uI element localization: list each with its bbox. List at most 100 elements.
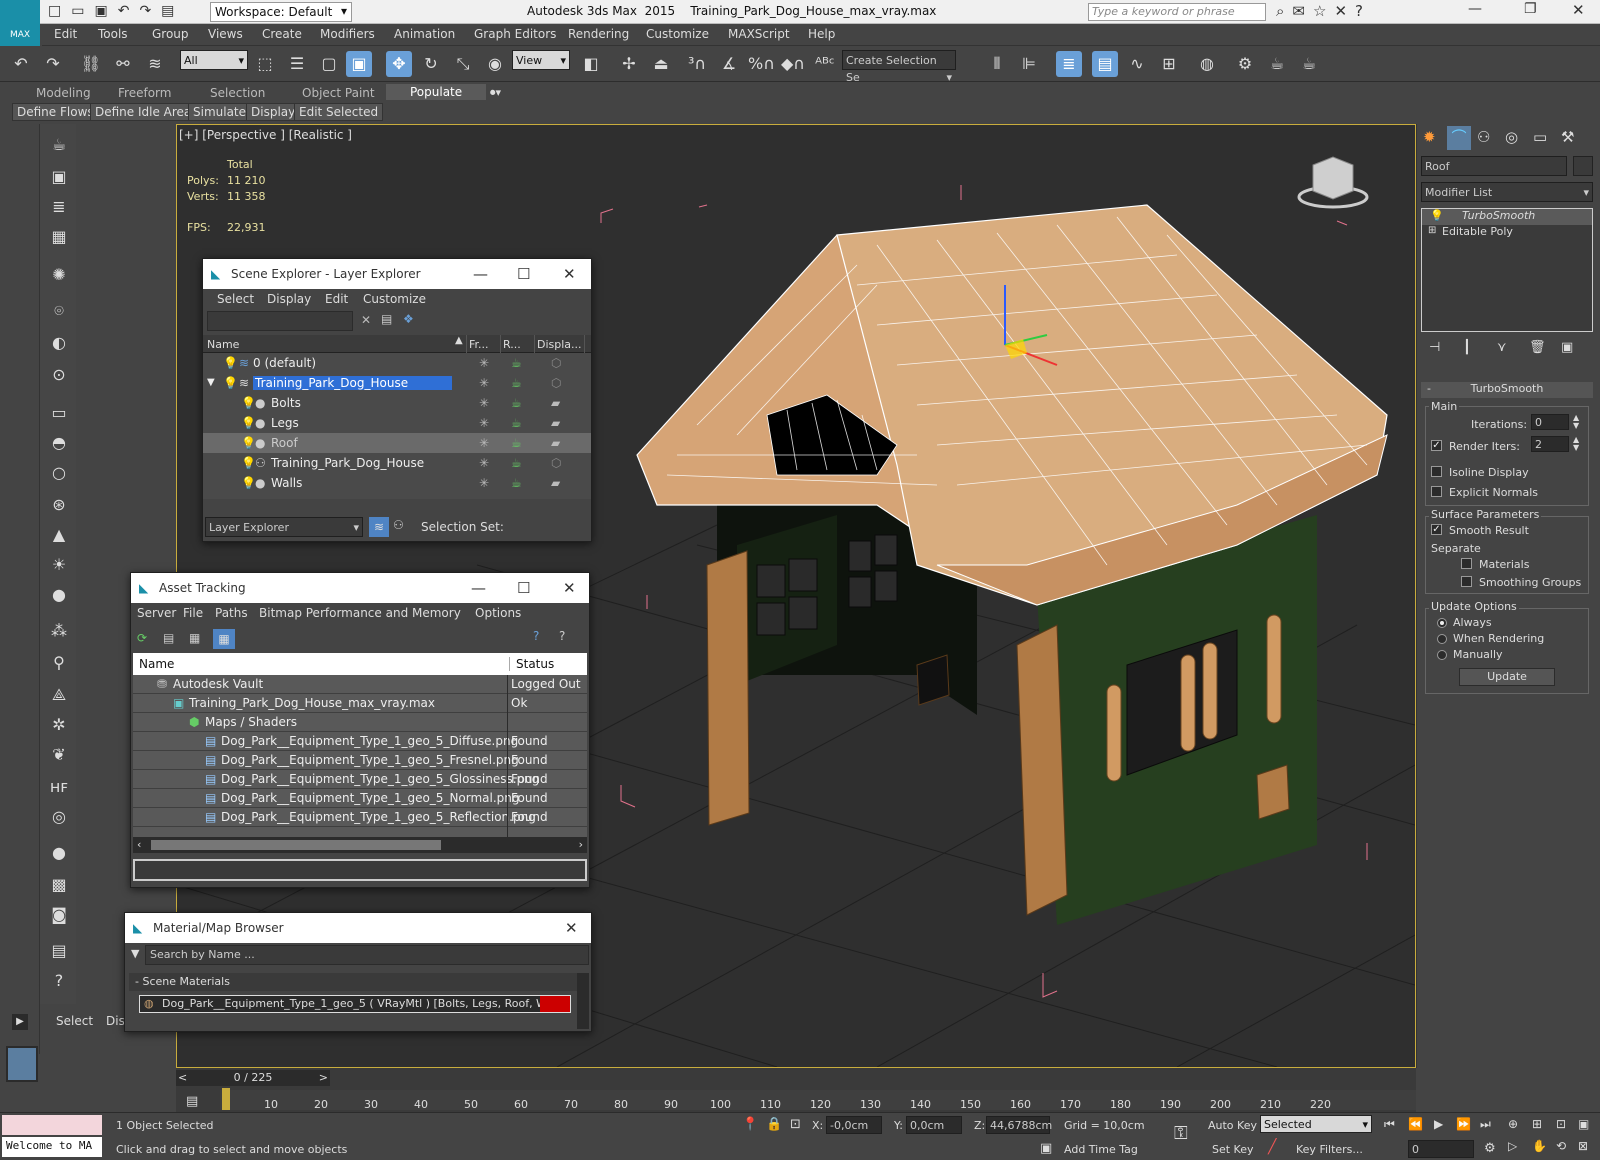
orbit-icon[interactable]: ⟲	[1556, 1139, 1566, 1153]
maxscript-thumb[interactable]	[6, 1046, 38, 1082]
menu-maxscript[interactable]: MAXScript	[728, 27, 790, 41]
communication-icon[interactable]: ✉	[1292, 2, 1313, 20]
table-row[interactable]: 💡 ⚇ Training_Park_Dog_House ✳ ☕ ⬡	[203, 453, 591, 473]
hierarchy-tab-icon[interactable]: ⚇	[1477, 128, 1490, 146]
explorer-type-dropdown[interactable]: Layer Explorer ▾	[205, 517, 363, 537]
key-filters-button[interactable]: Key Filters...	[1296, 1143, 1363, 1156]
at-col-name[interactable]: Name	[139, 657, 174, 671]
iterations-spinner[interactable]: 0	[1531, 414, 1569, 430]
table-row[interactable]: ▤ Dog_Park__Equipment_Type_1_geo_5_Gloss…	[133, 770, 587, 789]
remove-modifier-icon[interactable]: 🗑	[1529, 340, 1546, 355]
at-menu-file[interactable]: File	[183, 606, 203, 620]
grid-icon[interactable]: ▦	[48, 226, 70, 248]
render-iters-checkbox[interactable]: ✓	[1431, 440, 1442, 451]
se-col-render[interactable]: R...	[501, 335, 535, 355]
schematic-view-icon[interactable]: ⊞	[1156, 51, 1182, 77]
snaps-toggle-icon[interactable]: ³∩	[684, 51, 710, 77]
table-row[interactable]: ▼ 💡 ≋ Training_Park_Dog_House ✳ ☕ ⬡	[203, 373, 591, 393]
document-icon[interactable]: ▤	[48, 940, 70, 962]
modify-tab-icon[interactable]: ⌒	[1447, 126, 1471, 150]
table-row[interactable]: 💡 ● Bolts ✳ ☕ ▰	[203, 393, 591, 413]
bulb-icon[interactable]: 💡	[1430, 209, 1444, 222]
minimize-icon[interactable]: —	[471, 573, 486, 603]
smoothing-groups-checkbox[interactable]	[1461, 576, 1472, 587]
render-iters-spinner[interactable]: 2	[1531, 436, 1569, 452]
explicit-normals-checkbox[interactable]	[1431, 486, 1442, 497]
maxscript-listener-pink[interactable]	[2, 1115, 102, 1135]
window-crossing-icon[interactable]: ▣	[346, 51, 372, 77]
dome-icon[interactable]: ◓	[48, 432, 70, 454]
angle-snap-icon[interactable]: ∡	[716, 51, 742, 77]
hierarchy-icon[interactable]: ⚇	[393, 518, 404, 532]
zoom-icon[interactable]: ⊕	[1508, 1117, 1518, 1131]
ribbon-tab-freeform[interactable]: Freeform	[118, 86, 171, 100]
material-editor-icon[interactable]: ◍	[1194, 51, 1220, 77]
set-key-icon[interactable]: ╱	[1268, 1139, 1276, 1155]
keyboard-shortcut-icon[interactable]: ⏏	[648, 51, 674, 77]
at-path-field[interactable]	[133, 859, 587, 881]
light-icon[interactable]: ✺	[48, 264, 70, 286]
table-row[interactable]: 💡 ≋ 0 (default) ✳ ☕ ⬡	[203, 353, 591, 373]
pin-stack-icon[interactable]: ⊣	[1429, 340, 1440, 355]
ribbon-tab-selection[interactable]: Selection	[210, 86, 265, 100]
se-menu-select[interactable]: Select	[217, 292, 254, 306]
workspace-dropdown[interactable]: Workspace: Default ▾	[210, 2, 352, 22]
x-coord-field[interactable]: -0,0cm	[826, 1116, 882, 1134]
maximize-viewport-icon[interactable]: ⊠	[1578, 1139, 1588, 1153]
set-key-button[interactable]: Set Key	[1212, 1143, 1254, 1156]
sync-icon[interactable]: ❖	[403, 312, 414, 326]
unlink-icon[interactable]: ⚯	[110, 51, 136, 77]
camera-icon[interactable]: ⌾	[48, 300, 70, 322]
absolute-mode-icon[interactable]: ⊡	[790, 1117, 801, 1132]
se-search-input[interactable]	[207, 311, 353, 331]
minimize-icon[interactable]: —	[1468, 1, 1482, 17]
table-row[interactable]: ⛃ Autodesk Vault Logged Out	[133, 675, 587, 694]
place-icon[interactable]: ◉	[482, 51, 508, 77]
maximize-icon[interactable]: ☐	[517, 573, 530, 603]
go-to-end-icon[interactable]: ⏭	[1480, 1117, 1491, 1132]
pyramid-icon[interactable]: ⟁	[48, 684, 70, 706]
percent-snap-icon[interactable]: %∩	[748, 51, 775, 77]
modifier-list-dropdown[interactable]: Modifier List ▾	[1421, 182, 1593, 202]
stack-item-turbosmooth[interactable]: 💡 TurboSmooth	[1422, 209, 1592, 225]
se-col-freeze[interactable]: Fr...	[467, 335, 501, 355]
minimize-icon[interactable]: —	[473, 259, 488, 289]
define-idle-areas-button[interactable]: Define Idle Areas	[90, 103, 203, 121]
viewport-label[interactable]: [+] [Perspective ] [Realistic ]	[179, 128, 352, 142]
gear-icon[interactable]: ✲	[48, 714, 70, 736]
define-flows-button[interactable]: Define Flows	[12, 103, 99, 121]
maxscript-listener-field[interactable]: Welcome to MA	[2, 1137, 102, 1157]
table-row[interactable]: ▤ Dog_Park__Equipment_Type_1_geo_5_Fresn…	[133, 751, 587, 770]
material-entry[interactable]: ◍ Dog_Park__Equipment_Type_1_geo_5 ( VRa…	[139, 995, 571, 1013]
app-logo[interactable]: MAX	[0, 0, 40, 46]
sun-icon[interactable]: ☀	[48, 554, 70, 576]
isoline-checkbox[interactable]	[1431, 466, 1442, 477]
mirror-icon[interactable]: ⫴	[984, 51, 1010, 77]
table-row[interactable]: 💡 ● Roof ✳ ☕ ▰	[203, 433, 591, 453]
close-icon[interactable]: ✕	[565, 913, 578, 943]
refresh-icon[interactable]: ⟳	[137, 631, 147, 645]
material-search-input[interactable]: Search by Name ...	[145, 945, 589, 965]
grass-icon[interactable]: ❦	[48, 744, 70, 766]
time-slider-next-icon[interactable]: >	[319, 1070, 328, 1086]
at-menu-bitmap[interactable]: Bitmap Performance and Memory	[259, 606, 461, 620]
y-coord-field[interactable]: 0,0cm	[906, 1116, 962, 1134]
play-icon[interactable]: ▶	[1434, 1117, 1443, 1131]
object-name-field[interactable]: Roof	[1421, 156, 1567, 176]
close-icon[interactable]: ✕	[563, 573, 576, 603]
at-menu-paths[interactable]: Paths	[215, 606, 248, 620]
restore-icon[interactable]: ❐	[1524, 1, 1537, 17]
zoom-all-icon[interactable]: ⊞	[1532, 1117, 1542, 1131]
menu-help[interactable]: Help	[808, 27, 835, 41]
menu-views[interactable]: Views	[208, 27, 243, 41]
search-input[interactable]: Type a keyword or phrase	[1088, 3, 1266, 21]
render-icon[interactable]: ◙	[48, 904, 70, 926]
stack-item-editable-poly[interactable]: ⊞ Editable Poly	[1422, 225, 1592, 241]
filter-icon[interactable]: ▤	[381, 312, 392, 326]
z-coord-field[interactable]: 44,6788cm	[986, 1116, 1052, 1134]
update-button[interactable]: Update	[1459, 668, 1555, 686]
hair-icon[interactable]: ʜꜰ	[48, 776, 70, 798]
select-by-name-icon[interactable]: ☰	[284, 51, 310, 77]
sound-icon[interactable]: ◐	[48, 332, 70, 354]
table-row[interactable]: ⬢ Maps / Shaders	[133, 713, 587, 732]
